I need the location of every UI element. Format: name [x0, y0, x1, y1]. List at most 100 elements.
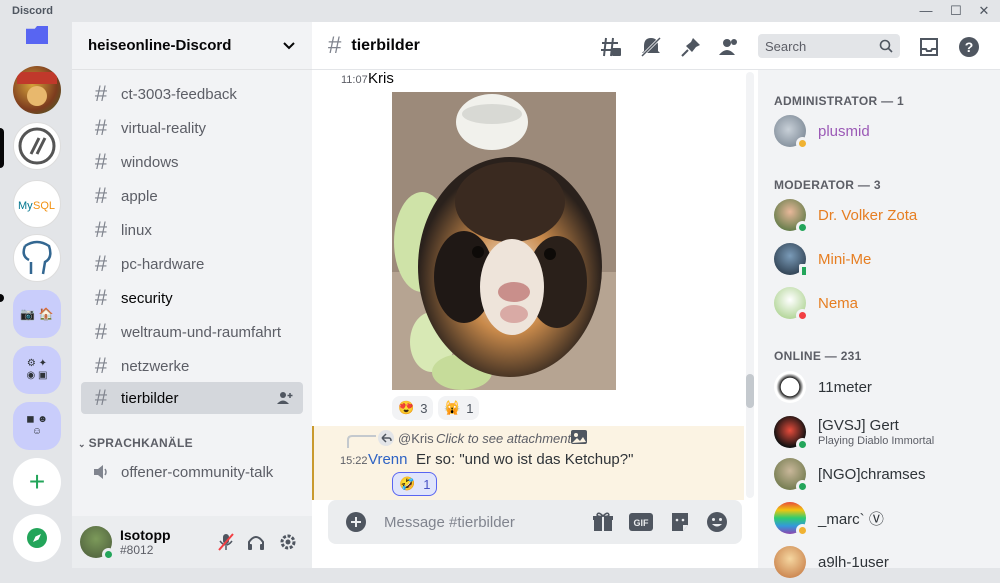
- server-icon-postgres[interactable]: [13, 234, 61, 282]
- channel-windows[interactable]: # windows: [81, 146, 303, 178]
- threads-icon[interactable]: [600, 36, 622, 58]
- channel-virtual-reality[interactable]: # virtual-reality: [81, 112, 303, 144]
- chat-scrollbar[interactable]: [746, 72, 754, 498]
- guild-header[interactable]: heiseonline-Discord: [72, 22, 312, 70]
- channel-security[interactable]: # security: [81, 282, 303, 314]
- maximize-button[interactable]: ☐: [946, 2, 966, 20]
- channel-label: netzwerke: [121, 357, 190, 375]
- explore-servers-button[interactable]: [13, 514, 61, 562]
- channel-tierbilder[interactable]: # tierbilder: [81, 382, 303, 414]
- add-server-button[interactable]: +: [13, 458, 61, 506]
- member-plusmid[interactable]: plusmid: [766, 110, 992, 152]
- discord-app: Discord — ☐ ✕ MySQL 📷 🏠 ⚙ ✦◉ ▣ ◼ ☻☺ +: [0, 0, 1000, 578]
- server-folder-3[interactable]: ◼ ☻ ☺: [13, 402, 61, 450]
- hash-icon: #: [94, 217, 108, 242]
- channel-netzwerke[interactable]: # netzwerke: [81, 350, 303, 382]
- notifications-muted-icon[interactable]: [640, 36, 662, 58]
- message-author[interactable]: Kris: [368, 70, 394, 87]
- server-icon-mysql[interactable]: My SQL: [13, 180, 61, 228]
- hash-icon: #: [94, 385, 108, 410]
- channel-label: linux: [121, 221, 152, 239]
- gift-icon[interactable]: [592, 511, 614, 533]
- channel-title: tierbilder: [351, 36, 420, 54]
- compass-icon: [27, 528, 47, 548]
- member-ngo-chramses[interactable]: [NGO]chramses: [766, 453, 992, 495]
- hash-icon: #: [94, 149, 108, 174]
- member-avatar: [774, 416, 809, 451]
- add-member-icon[interactable]: [277, 391, 293, 405]
- heise-logo-icon: [18, 127, 56, 165]
- member-name: [GVSJ] Gert: [818, 417, 899, 434]
- online-status-icon: [796, 221, 809, 234]
- pin-icon[interactable]: [680, 36, 702, 58]
- online-status-icon: [796, 480, 809, 493]
- headphones-icon[interactable]: [246, 532, 266, 552]
- message-text: Er so: "und wo ist das Ketchup?": [416, 451, 634, 468]
- user-avatar[interactable]: [80, 526, 115, 561]
- hash-icon: #: [328, 31, 342, 59]
- add-attachment-icon[interactable]: [346, 512, 366, 532]
- member-name: 11meter: [818, 378, 872, 396]
- member-avatar: [774, 371, 806, 403]
- guinea-pig-image[interactable]: [392, 92, 616, 390]
- reaction-scream-cat[interactable]: 🙀 1: [438, 396, 480, 420]
- member-avatar: [774, 458, 809, 493]
- reaction-count: 3: [420, 400, 428, 416]
- member-name: Dr. Volker Zota: [818, 206, 918, 224]
- server-folder-2[interactable]: ⚙ ✦ ◉ ▣: [13, 346, 61, 394]
- member-a9lh-1user[interactable]: a9lh-1user: [766, 541, 992, 583]
- emoji-picker-icon[interactable]: [706, 511, 728, 533]
- member-11meter[interactable]: 11meter: [766, 366, 992, 408]
- member-name: [NGO]chramses: [818, 465, 926, 483]
- dnd-status-icon: [796, 309, 809, 322]
- channel-linux[interactable]: # linux: [81, 214, 303, 246]
- voice-channel[interactable]: offener-community-talk: [81, 456, 303, 488]
- search-input[interactable]: Search: [758, 34, 900, 58]
- server-icon-crazy[interactable]: [13, 66, 61, 114]
- reply-ref-text[interactable]: Click to see attachment: [436, 431, 571, 446]
- channel-apple[interactable]: # apple: [81, 180, 303, 212]
- close-window-button[interactable]: ✕: [974, 2, 994, 20]
- member-volker-zota[interactable]: Dr. Volker Zota: [766, 194, 992, 236]
- member-avatar: [774, 115, 809, 150]
- member-gvsj-gert[interactable]: [GVSJ] Gert Playing Diablo Immortal: [766, 409, 992, 455]
- server-icon-heise[interactable]: [13, 122, 61, 170]
- highlighted-message: @Kris Click to see attachment 15:22 Vren…: [312, 426, 744, 500]
- home-folder-icon[interactable]: [26, 26, 48, 44]
- chat-area: # tierbilder Search ? 11:07 Kris 😍 3 🙀 1…: [312, 22, 1000, 568]
- microphone-muted-icon[interactable]: [216, 532, 236, 552]
- sticker-icon[interactable]: [669, 511, 691, 533]
- server-folder-1[interactable]: 📷 🏠: [13, 290, 61, 338]
- server-rail: My SQL 📷 🏠 ⚙ ✦ ◉ ▣ ◼ ☻ ☺ +: [0, 22, 72, 568]
- channel-weltraum-und-raumfahrt[interactable]: # weltraum-und-raumfahrt: [81, 316, 303, 348]
- message-timestamp: 11:07: [341, 74, 368, 86]
- reaction-rofl[interactable]: 🤣 1: [392, 472, 438, 496]
- channel-label: weltraum-und-raumfahrt: [121, 323, 282, 341]
- message-input[interactable]: Message #tierbilder: [384, 514, 515, 531]
- reaction-heart-eyes[interactable]: 😍 3: [392, 396, 434, 420]
- minimize-button[interactable]: —: [916, 2, 936, 20]
- settings-gear-icon[interactable]: [278, 532, 298, 552]
- member-marc[interactable]: _marc` Ⓥ: [766, 497, 992, 539]
- scrollbar-thumb[interactable]: [746, 374, 754, 408]
- member-avatar: [774, 502, 809, 537]
- channel-pc-hardware[interactable]: # pc-hardware: [81, 248, 303, 280]
- channel-label: virtual-reality: [121, 119, 207, 137]
- gif-icon[interactable]: GIF: [628, 511, 654, 533]
- member-list-icon[interactable]: [718, 36, 740, 58]
- help-icon[interactable]: ?: [958, 36, 980, 58]
- message-author[interactable]: Vrenn: [368, 451, 407, 468]
- voice-category[interactable]: ⌄ SPRACHKANÄLE: [78, 436, 193, 450]
- idle-status-icon: [796, 524, 809, 537]
- member-nema[interactable]: Nema: [766, 282, 992, 324]
- reply-ref-user[interactable]: @Kris: [398, 431, 434, 446]
- hash-icon: #: [94, 319, 108, 344]
- channel-label: windows: [121, 153, 179, 171]
- inbox-icon[interactable]: [918, 36, 940, 58]
- folder-servers-icon-3: ◼ ☻ ☺: [26, 414, 48, 437]
- idle-status-icon: [796, 137, 809, 150]
- member-mini-me[interactable]: Mini-Me: [766, 238, 992, 280]
- channel-ct-3003-feedback[interactable]: # ct-3003-feedback: [81, 78, 303, 110]
- moderator-category: MODERATOR — 3: [774, 178, 881, 192]
- mobile-status-icon: [799, 264, 809, 278]
